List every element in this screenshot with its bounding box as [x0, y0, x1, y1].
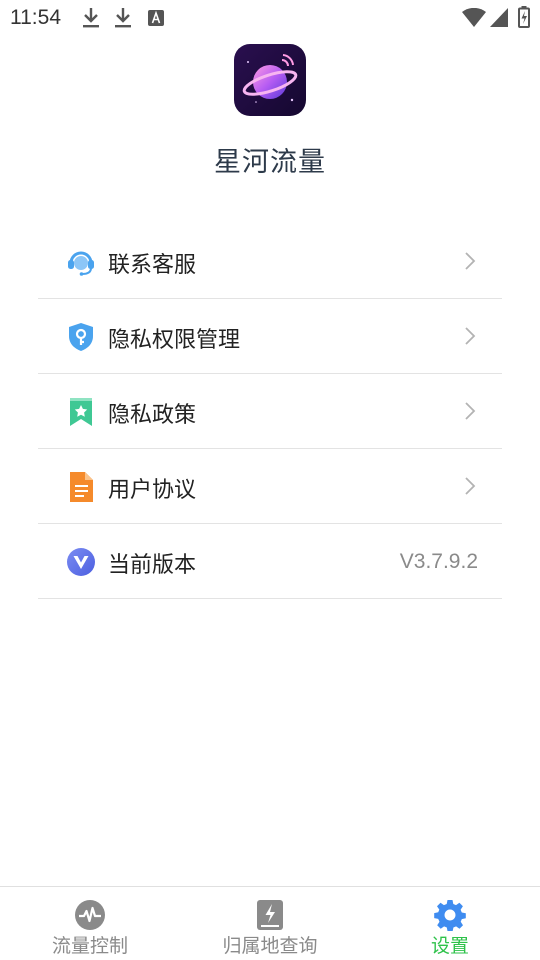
wifi-icon — [462, 8, 486, 27]
chevron-right-icon — [465, 477, 476, 495]
download-icon — [115, 8, 131, 28]
nav-label: 流量控制 — [51, 935, 128, 957]
shield-key-icon — [69, 323, 93, 351]
menu-item-privacy-permissions[interactable]: 隐私权限管理 — [38, 299, 502, 374]
chevron-right-icon — [465, 402, 476, 420]
lightning-book-icon — [257, 900, 283, 930]
menu-item-contact-support[interactable]: 联系客服 — [38, 224, 502, 299]
menu-item-privacy-policy[interactable]: 隐私政策 — [38, 374, 502, 449]
menu-item-label: 隐私政策 — [108, 403, 197, 428]
battery-charging-icon — [518, 6, 530, 28]
status-bar: 11:54 — [0, 0, 540, 38]
version-v-icon — [67, 548, 95, 576]
bottom-nav: 流量控制 归属地查询 设置 — [0, 886, 540, 960]
pulse-icon — [75, 900, 105, 930]
version-value: V3.7.9.2 — [399, 550, 478, 573]
nav-tab-location-lookup[interactable]: 归属地查询 — [180, 887, 360, 960]
settings-screen: 11:54 星河流量 联系客服 隐私权限管理 隐私政策 用户协议 当前版本 V3… — [0, 0, 540, 960]
menu-item-current-version: 当前版本 V3.7.9.2 — [38, 524, 502, 599]
nav-tab-traffic-control[interactable]: 流量控制 — [0, 887, 180, 960]
status-time: 11:54 — [10, 6, 61, 29]
bookmark-star-icon — [70, 398, 92, 426]
settings-menu: 联系客服 隐私权限管理 隐私政策 用户协议 当前版本 V3.7.9.2 — [38, 224, 502, 599]
menu-item-label: 当前版本 — [108, 553, 197, 578]
menu-item-user-agreement[interactable]: 用户协议 — [38, 449, 502, 524]
menu-item-label: 用户协议 — [108, 478, 197, 503]
download-icon — [83, 8, 99, 28]
signal-icon — [490, 8, 508, 27]
menu-item-label: 联系客服 — [108, 253, 197, 278]
customer-service-icon — [68, 251, 94, 276]
app-logo — [234, 44, 306, 116]
chevron-right-icon — [465, 252, 476, 270]
nav-label: 设置 — [430, 935, 469, 957]
chevron-right-icon — [465, 327, 476, 345]
nav-tab-settings[interactable]: 设置 — [360, 887, 540, 960]
app-name: 星河流量 — [214, 147, 326, 178]
gear-icon — [434, 900, 466, 931]
text-a-icon — [148, 10, 164, 26]
nav-label: 归属地查询 — [222, 935, 318, 957]
planet-logo-icon — [234, 44, 306, 116]
document-icon — [70, 472, 93, 502]
menu-item-label: 隐私权限管理 — [108, 328, 241, 353]
